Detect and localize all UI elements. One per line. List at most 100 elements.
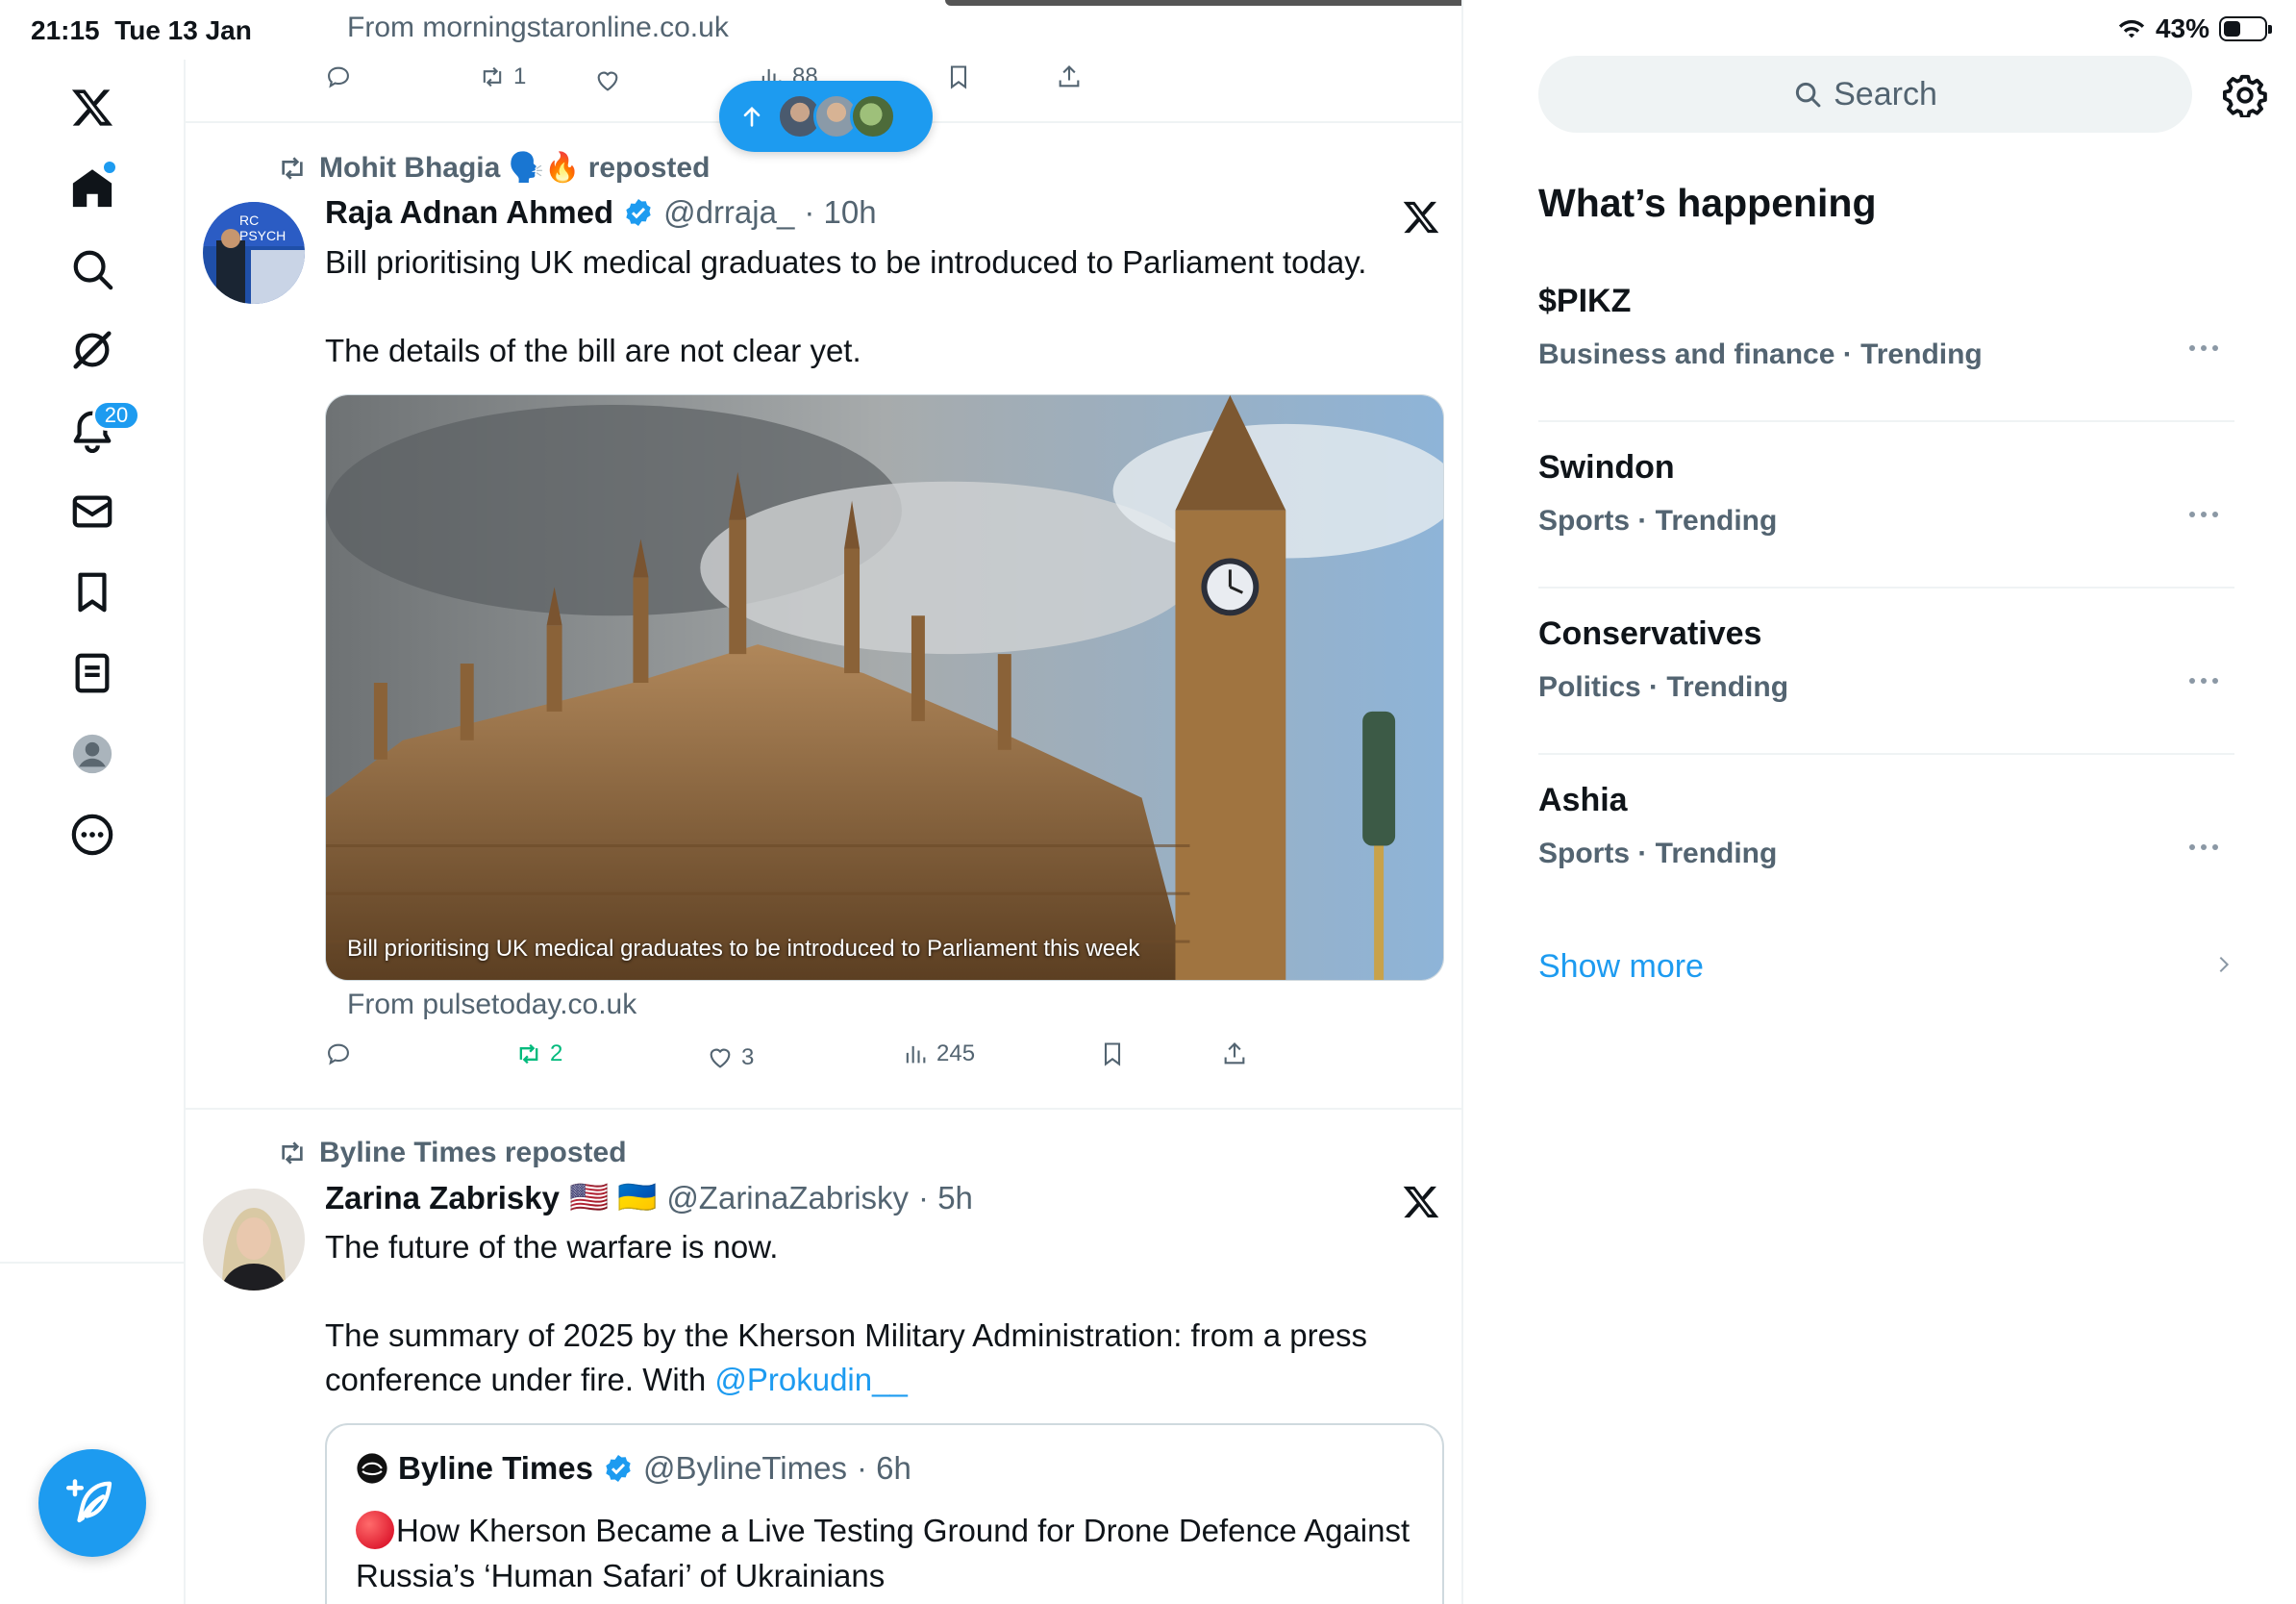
views-count-button[interactable]: 245	[902, 1040, 975, 1067]
profile-avatar-icon[interactable]	[58, 719, 127, 789]
x-logo-icon	[1403, 1186, 1439, 1218]
trend-name: Ashia	[1538, 782, 1628, 818]
repost-button[interactable]: 2	[515, 1040, 562, 1067]
bookmark-button[interactable]	[945, 63, 972, 90]
new-post-avatar	[850, 93, 896, 139]
author-handle[interactable]: @ZarinaZabrisky	[666, 1180, 909, 1216]
quoted-tweet-card[interactable]: Byline Times @BylineTimes · 6h How Khers…	[325, 1423, 1444, 1604]
views-bar-chart-icon	[906, 1045, 926, 1064]
trend-name: $PIKZ	[1538, 283, 1632, 319]
more-options-icon[interactable]	[58, 800, 127, 869]
repost-icon	[483, 66, 502, 88]
trend-name: Conservatives	[1538, 615, 1762, 652]
like-button[interactable]	[594, 67, 621, 94]
tweet-header: Zarina Zabrisky 🇺🇸 🇺🇦 @ZarinaZabrisky · …	[325, 1179, 973, 1216]
author-flags: 🇺🇸 🇺🇦	[568, 1179, 658, 1215]
x-logo-icon[interactable]	[58, 73, 127, 142]
more-dots-icon[interactable]	[2184, 505, 2223, 524]
trend-item[interactable]: Ashia Sports · Trending	[1538, 753, 2234, 921]
notifications-badge: 20	[92, 400, 140, 431]
share-upload-icon	[1059, 65, 1080, 88]
quoted-tweet-text: How Kherson Became a Live Testing Ground…	[356, 1511, 1410, 1593]
byline-times-avatar-icon	[357, 1453, 387, 1484]
compose-feather-icon	[66, 1479, 112, 1523]
views-count: 245	[936, 1040, 976, 1066]
tweet-separator	[186, 1108, 1461, 1110]
trend-meta: Business and finance · Trending	[1538, 338, 1983, 370]
link-source[interactable]: From pulsetoday.co.uk	[347, 989, 636, 1021]
reposted-by-line[interactable]: Mohit Bhagia 🗣️🔥 reposted	[277, 151, 710, 185]
bookmarks-icon[interactable]	[58, 558, 127, 627]
share-upload-icon	[1224, 1042, 1245, 1065]
show-more-label: Show more	[1538, 948, 1704, 985]
compose-post-button[interactable]	[38, 1449, 146, 1557]
new-posts-pill[interactable]	[719, 81, 933, 152]
reply-button[interactable]	[325, 63, 352, 90]
heart-icon	[597, 71, 618, 91]
gear-icon[interactable]	[2223, 73, 2267, 117]
trend-meta: Politics · Trending	[1538, 671, 1789, 703]
trend-item[interactable]: Swindon Sports · Trending	[1538, 420, 2234, 589]
avatar[interactable]	[203, 1189, 305, 1291]
whats-happening-title: What’s happening	[1538, 181, 1877, 225]
repost-button[interactable]: 1	[479, 63, 526, 90]
reply-icon	[328, 1043, 349, 1065]
repost-count: 1	[513, 63, 527, 89]
trend-item[interactable]: Conservatives Politics · Trending	[1538, 587, 2234, 755]
bookmark-button[interactable]	[1099, 1040, 1126, 1067]
search-icon	[1796, 82, 1821, 108]
mention-link[interactable]: @Prokudin__	[714, 1362, 907, 1397]
previous-media-edge	[945, 0, 1461, 6]
notifications-bell-icon[interactable]: 20	[58, 396, 140, 465]
tweet-time: · 5h	[918, 1179, 973, 1216]
search-placeholder: Search	[1834, 75, 1937, 113]
grok-icon[interactable]	[58, 315, 127, 385]
nav-divider	[0, 1262, 186, 1264]
arrow-up-icon	[743, 107, 761, 127]
share-button[interactable]	[1056, 63, 1083, 90]
quoted-tweet-header: Byline Times @BylineTimes · 6h	[356, 1450, 911, 1487]
trend-meta: Sports · Trending	[1538, 838, 1778, 869]
tweet-text: Bill prioritising UK medical graduates t…	[325, 244, 1367, 368]
verified-badge-icon	[626, 199, 651, 226]
left-navigation: 20	[0, 60, 186, 1604]
reposted-by-text: Byline Times reposted	[319, 1137, 627, 1168]
bookmark-icon	[1104, 1042, 1121, 1066]
more-dots-icon[interactable]	[2184, 338, 2223, 358]
trend-item[interactable]: $PIKZ Business and finance · Trending	[1538, 254, 2234, 422]
quoted-author-handle: @BylineTimes	[642, 1450, 847, 1486]
avatar[interactable]: RC PSYCH	[203, 202, 305, 304]
search-input[interactable]: Search	[1538, 56, 2192, 133]
link-source[interactable]: From morningstaronline.co.uk	[347, 12, 729, 44]
show-more-link[interactable]: Show more	[1538, 948, 2234, 986]
author-name[interactable]: Raja Adnan Ahmed	[325, 194, 613, 231]
quoted-author-name: Byline Times	[398, 1450, 593, 1486]
reply-icon	[328, 66, 349, 88]
reposted-by-text: Mohit Bhagia 🗣️🔥 reposted	[319, 152, 711, 184]
tweet-text: The future of the warfare is now. The su…	[325, 1225, 1431, 1402]
parliament-photo	[326, 395, 1443, 980]
heart-icon	[710, 1048, 731, 1068]
timeline-feed[interactable]: From morningstaronline.co.uk 1 88 Mohit …	[186, 0, 1463, 1604]
x-logo-icon	[1403, 201, 1439, 234]
more-dots-icon[interactable]	[2184, 838, 2223, 857]
more-dots-icon[interactable]	[2184, 671, 2223, 690]
tweet-media-card[interactable]: Bill prioritising UK medical graduates t…	[325, 394, 1444, 981]
repost-icon	[282, 156, 303, 180]
lists-icon[interactable]	[58, 639, 127, 708]
home-icon[interactable]	[58, 154, 127, 223]
home-unread-dot	[104, 162, 115, 173]
like-button[interactable]: 3	[707, 1044, 754, 1071]
share-button[interactable]	[1221, 1040, 1248, 1067]
right-sidebar: Search What’s happening $PIKZ Business a…	[1465, 0, 2296, 1604]
messages-envelope-icon[interactable]	[58, 477, 127, 546]
reply-button[interactable]	[325, 1040, 352, 1067]
trend-name: Swindon	[1538, 449, 1675, 486]
chevron-right-icon	[2219, 956, 2230, 973]
reposted-by-line[interactable]: Byline Times reposted	[277, 1137, 627, 1169]
author-handle[interactable]: @drraja_	[663, 194, 794, 231]
explore-search-icon[interactable]	[58, 235, 127, 304]
repost-count: 2	[550, 1040, 563, 1066]
svg-text:RC: RC	[239, 213, 259, 228]
author-name[interactable]: Zarina Zabrisky	[325, 1180, 560, 1216]
